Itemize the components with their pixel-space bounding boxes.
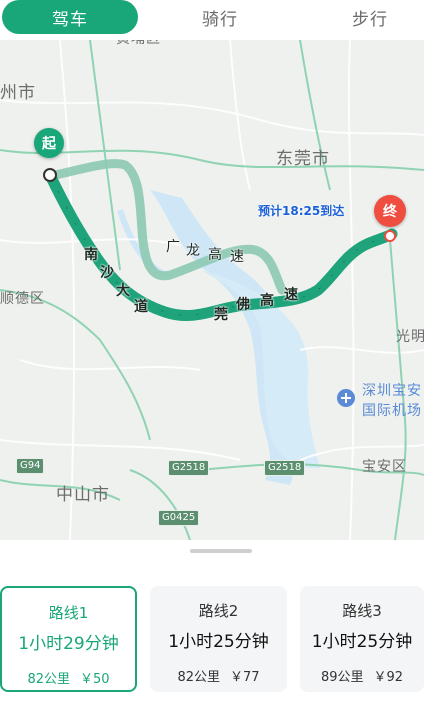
shield-g2518-b: G2518	[264, 460, 306, 476]
label-city-left: 州市	[0, 83, 36, 103]
shield-g0425: G0425	[158, 510, 200, 526]
route-distance: 89公里	[320, 670, 364, 685]
shield-g2518-a: G2518	[168, 460, 210, 476]
route-name: 路线3	[342, 602, 382, 620]
road-guanglong-4: 速	[230, 249, 244, 265]
route-distance: 82公里	[27, 672, 70, 687]
label-guangming: 光明	[396, 329, 424, 345]
label-shunde: 顺德区	[0, 291, 45, 307]
route-distance: 82公里	[177, 670, 220, 685]
route-card-1[interactable]: 路线1 1小时29分钟 82公里 ￥50	[0, 586, 137, 692]
route-sheet: 路线1 1小时29分钟 82公里 ￥50 路线2 1小时25分钟 82公里 ￥77 …	[0, 540, 424, 705]
road-guanglong-2: 龙	[186, 243, 200, 259]
minor-roads	[0, 40, 424, 540]
route-duration: 1小时25分钟	[168, 632, 269, 652]
end-point	[384, 230, 396, 242]
start-point	[43, 168, 57, 182]
road-guanfo-4: 速	[284, 287, 298, 303]
route-price: ￥77	[230, 670, 260, 685]
road-nansha-1: 南	[84, 247, 98, 263]
label-huangpu: 黄埔区	[116, 40, 161, 48]
route-name: 路线2	[198, 602, 239, 620]
route-card-3[interactable]: 路线3 1小时25分钟 89公里 ￥92	[300, 586, 424, 692]
route-price: ￥92	[373, 670, 404, 685]
road-nansha-4: 道	[134, 299, 148, 315]
road-guanfo-1: 莞	[214, 307, 228, 323]
tab-driving[interactable]: 驾车	[2, 0, 138, 34]
label-airport: 深圳宝安	[362, 383, 422, 399]
travel-mode-tabs: 驾车 骑行 步行	[0, 0, 424, 40]
road-guanfo-2: 佛	[236, 297, 250, 313]
label-airport-2: 国际机场	[362, 403, 422, 419]
road-guanglong-3: 高	[208, 247, 222, 263]
start-marker[interactable]: 起	[34, 128, 64, 158]
route-meta: 82公里 ￥50	[2, 668, 135, 687]
road-nansha-2: 沙	[100, 265, 114, 281]
label-dongguan: 东莞市	[276, 149, 330, 169]
route-meta: 89公里 ￥92	[300, 666, 424, 685]
road-nansha-3: 大	[116, 283, 130, 299]
label-baoan: 宝安区	[362, 459, 407, 475]
highways	[0, 40, 424, 540]
eta-label: 预计18:25到达	[258, 204, 345, 218]
route-card-2[interactable]: 路线2 1小时25分钟 82公里 ￥77	[150, 586, 287, 692]
end-marker[interactable]: 终	[374, 195, 406, 227]
label-zhongshan: 中山市	[56, 485, 110, 505]
tab-cycling[interactable]: 骑行	[152, 0, 288, 34]
shield-g94: G94	[16, 458, 45, 474]
route-duration: 1小时25分钟	[311, 632, 413, 652]
road-guanglong-1: 广	[166, 239, 180, 255]
tab-walking[interactable]: 步行	[302, 0, 424, 34]
route-meta: 82公里 ￥77	[150, 666, 287, 685]
route-price: ￥50	[80, 672, 110, 687]
drag-handle[interactable]	[190, 549, 252, 553]
route-map[interactable]: 黄埔区 州市 东莞市 顺德区 光明 深圳宝安 国际机场 宝安区 中山市 G94 …	[0, 40, 424, 540]
route-name: 路线1	[48, 604, 89, 622]
map-canvas	[0, 40, 424, 540]
road-guanfo-3: 高	[260, 293, 274, 309]
route-duration: 1小时29分钟	[18, 634, 119, 654]
